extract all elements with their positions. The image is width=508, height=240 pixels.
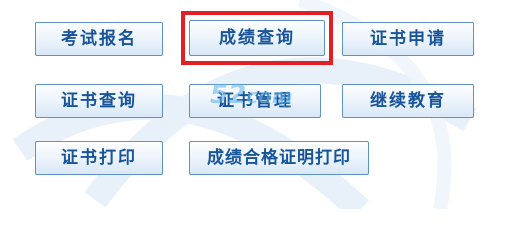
score-pass-certificate-print-button[interactable]: 成绩合格证明打印: [189, 141, 369, 175]
continuing-education-button[interactable]: 继续教育: [342, 84, 474, 118]
certificate-print-button[interactable]: 证书打印: [35, 141, 163, 175]
certificate-query-button[interactable]: 证书查询: [35, 84, 163, 118]
certificate-management-button[interactable]: 证书管理: [189, 84, 321, 118]
score-query-button[interactable]: 成绩查询: [189, 20, 325, 56]
certificate-application-button[interactable]: 证书申请: [342, 22, 474, 56]
exam-registration-button[interactable]: 考试报名: [35, 22, 163, 56]
action-button-panel: 考试报名 成绩查询 证书申请 证书查询 证书管理 继续教育 证书打印 成绩合格证…: [0, 0, 508, 209]
